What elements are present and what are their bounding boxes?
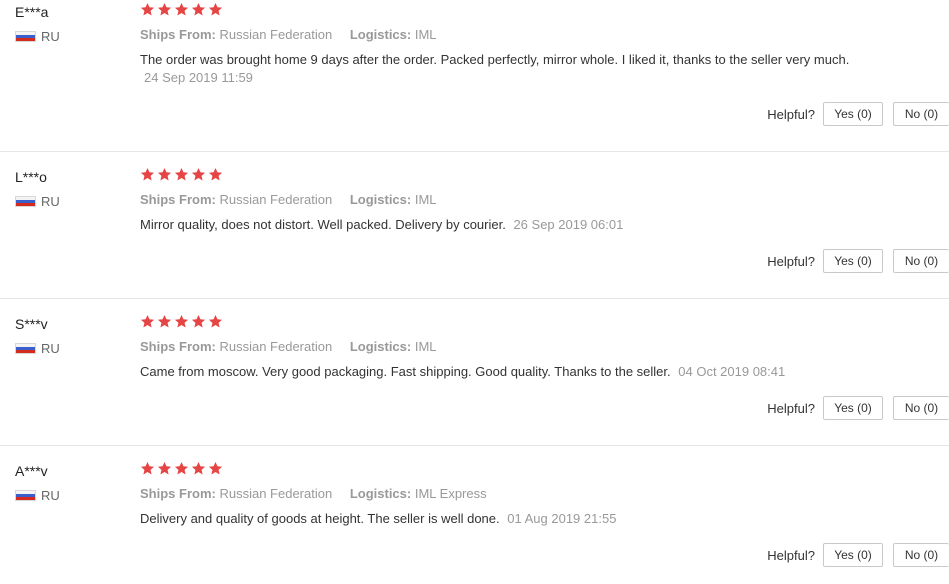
review-text: Came from moscow. Very good packaging. F… (140, 364, 671, 379)
star-icon (208, 461, 223, 475)
review-item: S***v RU Ships From: Russian Federation … (0, 314, 949, 446)
helpful-yes-button[interactable]: Yes (0) (823, 249, 883, 273)
helpful-no-button[interactable]: No (0) (893, 396, 949, 420)
review-date: 24 Sep 2019 11:59 (144, 70, 253, 85)
ships-from-label: Ships From: (140, 339, 216, 354)
logistics-value: IML (414, 339, 437, 354)
russia-flag-icon (15, 490, 36, 501)
logistics-value: IML Express (414, 486, 487, 501)
review-date: 01 Aug 2019 21:55 (507, 511, 617, 526)
helpful-no-button[interactable]: No (0) (893, 102, 949, 126)
logistics-label: Logistics: (349, 486, 412, 501)
reviewer-name: L***o (15, 169, 47, 185)
reviewer-country: RU (15, 488, 60, 503)
shipping-info: Ships From: Russian Federation Logistics… (140, 192, 437, 207)
star-icon (191, 461, 206, 475)
star-icon (140, 167, 155, 181)
star-icon (157, 167, 172, 181)
review-item: L***o RU Ships From: Russian Federation … (0, 167, 949, 299)
country-code: RU (41, 341, 60, 356)
star-rating (140, 2, 225, 18)
shipping-info: Ships From: Russian Federation Logistics… (140, 486, 487, 501)
helpful-no-button[interactable]: No (0) (893, 543, 949, 567)
helpful-vote: Helpful? Yes (0) No (0) (767, 543, 949, 567)
helpful-label: Helpful? (767, 253, 815, 269)
logistics-label: Logistics: (349, 339, 412, 354)
helpful-vote: Helpful? Yes (0) No (0) (767, 396, 949, 420)
review-text: The order was brought home 9 days after … (140, 52, 850, 67)
review-item: A***v RU Ships From: Russian Federation … (0, 461, 949, 584)
reviewer-name: E***a (15, 4, 49, 20)
star-icon (208, 2, 223, 16)
reviewer-country: RU (15, 29, 60, 44)
helpful-label: Helpful? (767, 547, 815, 563)
ships-from-label: Ships From: (140, 27, 216, 42)
star-rating (140, 314, 225, 330)
star-icon (174, 2, 189, 16)
helpful-no-button[interactable]: No (0) (893, 249, 949, 273)
helpful-yes-button[interactable]: Yes (0) (823, 543, 883, 567)
reviewer-name: S***v (15, 316, 48, 332)
review-text-block: Came from moscow. Very good packaging. F… (140, 363, 860, 381)
star-icon (191, 2, 206, 16)
logistics-value: IML (414, 192, 437, 207)
review-date: 04 Oct 2019 08:41 (678, 364, 786, 379)
country-code: RU (41, 29, 60, 44)
helpful-label: Helpful? (767, 106, 815, 122)
logistics-label: Logistics: (349, 27, 412, 42)
review-text-block: Delivery and quality of goods at height.… (140, 510, 860, 528)
ships-from-label: Ships From: (140, 192, 216, 207)
star-rating (140, 461, 225, 477)
helpful-vote: Helpful? Yes (0) No (0) (767, 249, 949, 273)
shipping-info: Ships From: Russian Federation Logistics… (140, 339, 437, 354)
country-code: RU (41, 194, 60, 209)
helpful-yes-button[interactable]: Yes (0) (823, 102, 883, 126)
star-icon (191, 167, 206, 181)
russia-flag-icon (15, 31, 36, 42)
ships-from-value: Russian Federation (219, 27, 333, 42)
star-icon (157, 314, 172, 328)
ships-from-value: Russian Federation (219, 339, 333, 354)
star-icon (174, 461, 189, 475)
logistics-value: IML (414, 27, 437, 42)
ships-from-label: Ships From: (140, 486, 216, 501)
ships-from-value: Russian Federation (219, 486, 333, 501)
russia-flag-icon (15, 196, 36, 207)
review-item: E***a RU Ships From: Russian Federation … (0, 2, 949, 152)
star-icon (140, 2, 155, 16)
reviewer-name: A***v (15, 463, 48, 479)
country-code: RU (41, 488, 60, 503)
review-text-block: Mirror quality, does not distort. Well p… (140, 216, 860, 234)
helpful-vote: Helpful? Yes (0) No (0) (767, 102, 949, 126)
helpful-yes-button[interactable]: Yes (0) (823, 396, 883, 420)
star-icon (140, 461, 155, 475)
star-icon (208, 314, 223, 328)
star-icon (208, 167, 223, 181)
reviewer-country: RU (15, 194, 60, 209)
review-date: 26 Sep 2019 06:01 (513, 217, 624, 232)
review-text-block: The order was brought home 9 days after … (140, 51, 860, 87)
shipping-info: Ships From: Russian Federation Logistics… (140, 27, 437, 42)
star-rating (140, 167, 225, 183)
star-icon (140, 314, 155, 328)
star-icon (174, 314, 189, 328)
ships-from-value: Russian Federation (219, 192, 333, 207)
reviewer-country: RU (15, 341, 60, 356)
star-icon (157, 2, 172, 16)
helpful-label: Helpful? (767, 400, 815, 416)
star-icon (174, 167, 189, 181)
review-text: Mirror quality, does not distort. Well p… (140, 217, 506, 232)
russia-flag-icon (15, 343, 36, 354)
review-text: Delivery and quality of goods at height.… (140, 511, 500, 526)
star-icon (157, 461, 172, 475)
star-icon (191, 314, 206, 328)
logistics-label: Logistics: (349, 192, 412, 207)
